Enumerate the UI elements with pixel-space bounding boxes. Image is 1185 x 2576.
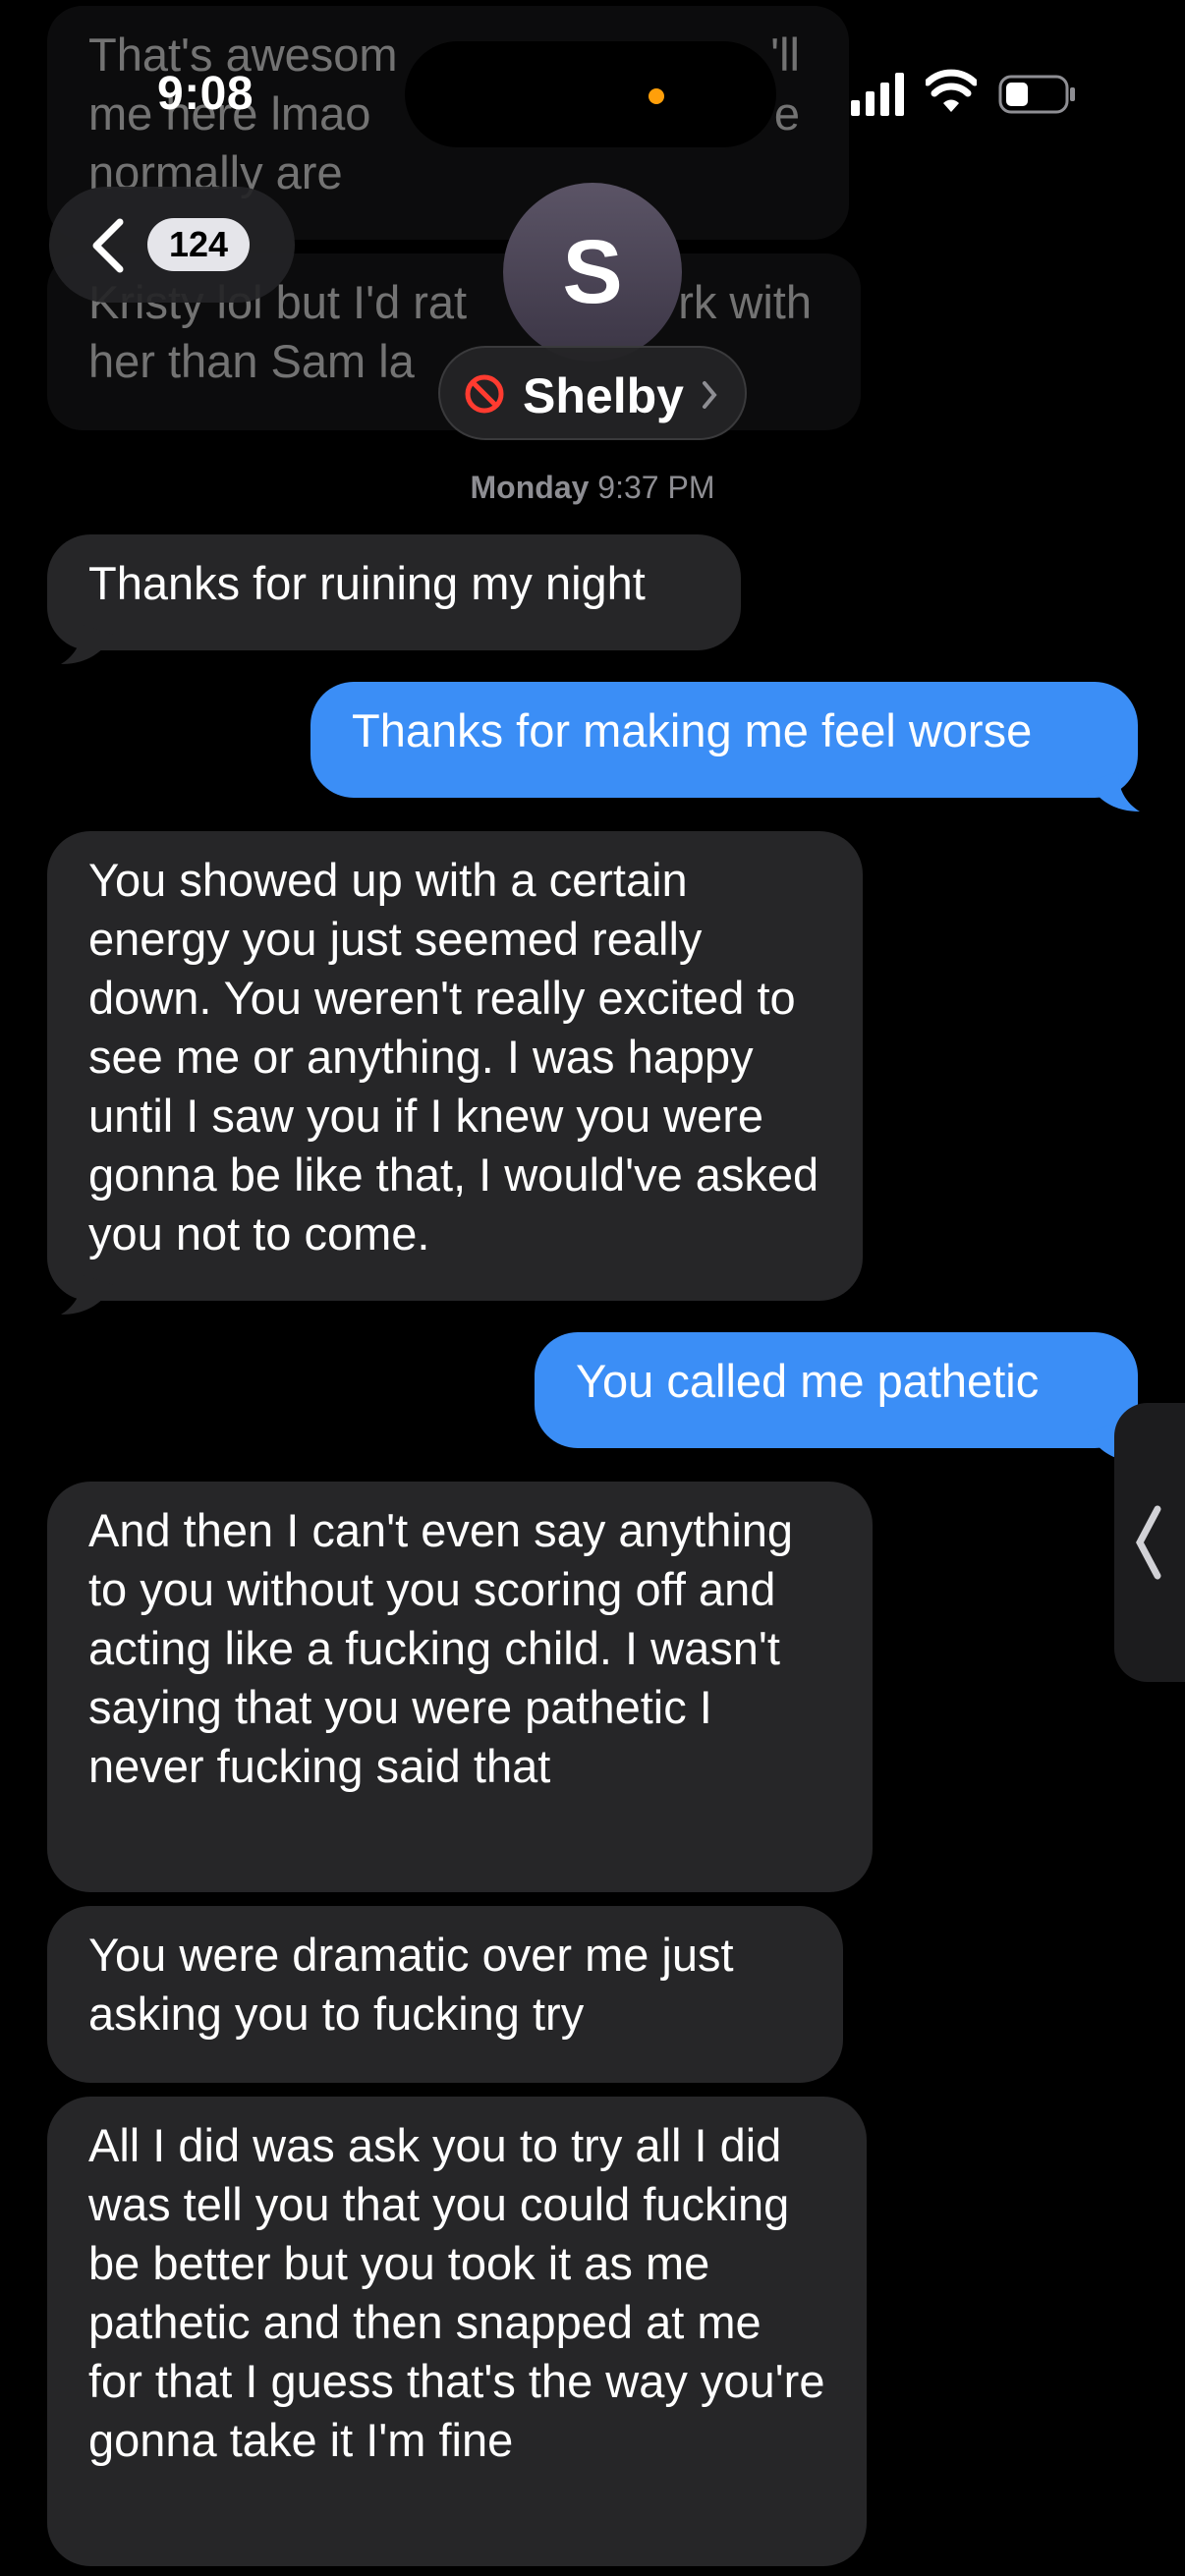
block-icon bbox=[465, 374, 504, 414]
dynamic-island bbox=[405, 41, 776, 147]
message-bubble-incoming[interactable]: And then I can't even say anything to yo… bbox=[47, 1482, 873, 1892]
side-chevron-icon bbox=[1136, 1505, 1161, 1580]
back-button[interactable]: 124 bbox=[49, 187, 295, 303]
bubble-tail bbox=[61, 1275, 114, 1315]
status-time: 9:08 bbox=[157, 68, 254, 120]
message-text: And then I can't even say anything to yo… bbox=[88, 1504, 794, 1792]
timestamp-time: 9:37 PM bbox=[597, 470, 715, 505]
wifi-icon bbox=[926, 69, 977, 112]
timestamp-day: Monday bbox=[470, 470, 590, 505]
signal-icon bbox=[851, 73, 906, 116]
bubble-tail bbox=[1087, 772, 1140, 812]
message-text: You showed up with a certain energy you … bbox=[88, 854, 819, 1260]
message-text: Thanks for making me feel worse bbox=[352, 704, 1033, 756]
message-text: You called me pathetic bbox=[576, 1355, 1040, 1407]
message-bubble-outgoing[interactable]: Thanks for making me feel worse bbox=[310, 682, 1138, 798]
message-bubble-incoming[interactable]: You were dramatic over me just asking yo… bbox=[47, 1906, 843, 2083]
message-text: You were dramatic over me just asking yo… bbox=[88, 1929, 734, 2040]
unread-count-badge: 124 bbox=[147, 218, 251, 271]
back-chevron-icon bbox=[92, 218, 124, 273]
message-text: Thanks for ruining my night bbox=[88, 557, 646, 609]
contact-name-button[interactable]: Shelby bbox=[438, 346, 747, 440]
privacy-indicator-dot bbox=[649, 88, 664, 104]
faded-message-1-fragment-2: e bbox=[773, 87, 800, 140]
faded-message-1-fragment-1: 'll bbox=[770, 28, 800, 81]
battery-icon bbox=[998, 75, 1075, 114]
contact-avatar[interactable]: S bbox=[503, 183, 682, 362]
message-bubble-incoming[interactable]: All I did was ask you to try all I did w… bbox=[47, 2097, 867, 2566]
message-bubble-outgoing[interactable]: You called me pathetic bbox=[535, 1332, 1138, 1448]
message-bubble-incoming[interactable]: You showed up with a certain energy you … bbox=[47, 831, 863, 1301]
message-text: All I did was ask you to try all I did w… bbox=[88, 2119, 825, 2466]
message-timestamp: Monday 9:37 PM bbox=[0, 470, 1185, 506]
chevron-right-icon bbox=[703, 381, 717, 409]
faded-message-2-fragment-1: rk with bbox=[678, 276, 812, 328]
bubble-tail bbox=[61, 625, 114, 664]
message-bubble-incoming[interactable]: Thanks for ruining my night bbox=[47, 534, 741, 650]
contact-name: Shelby bbox=[523, 368, 684, 423]
side-panel-handle[interactable] bbox=[1114, 1403, 1185, 1682]
